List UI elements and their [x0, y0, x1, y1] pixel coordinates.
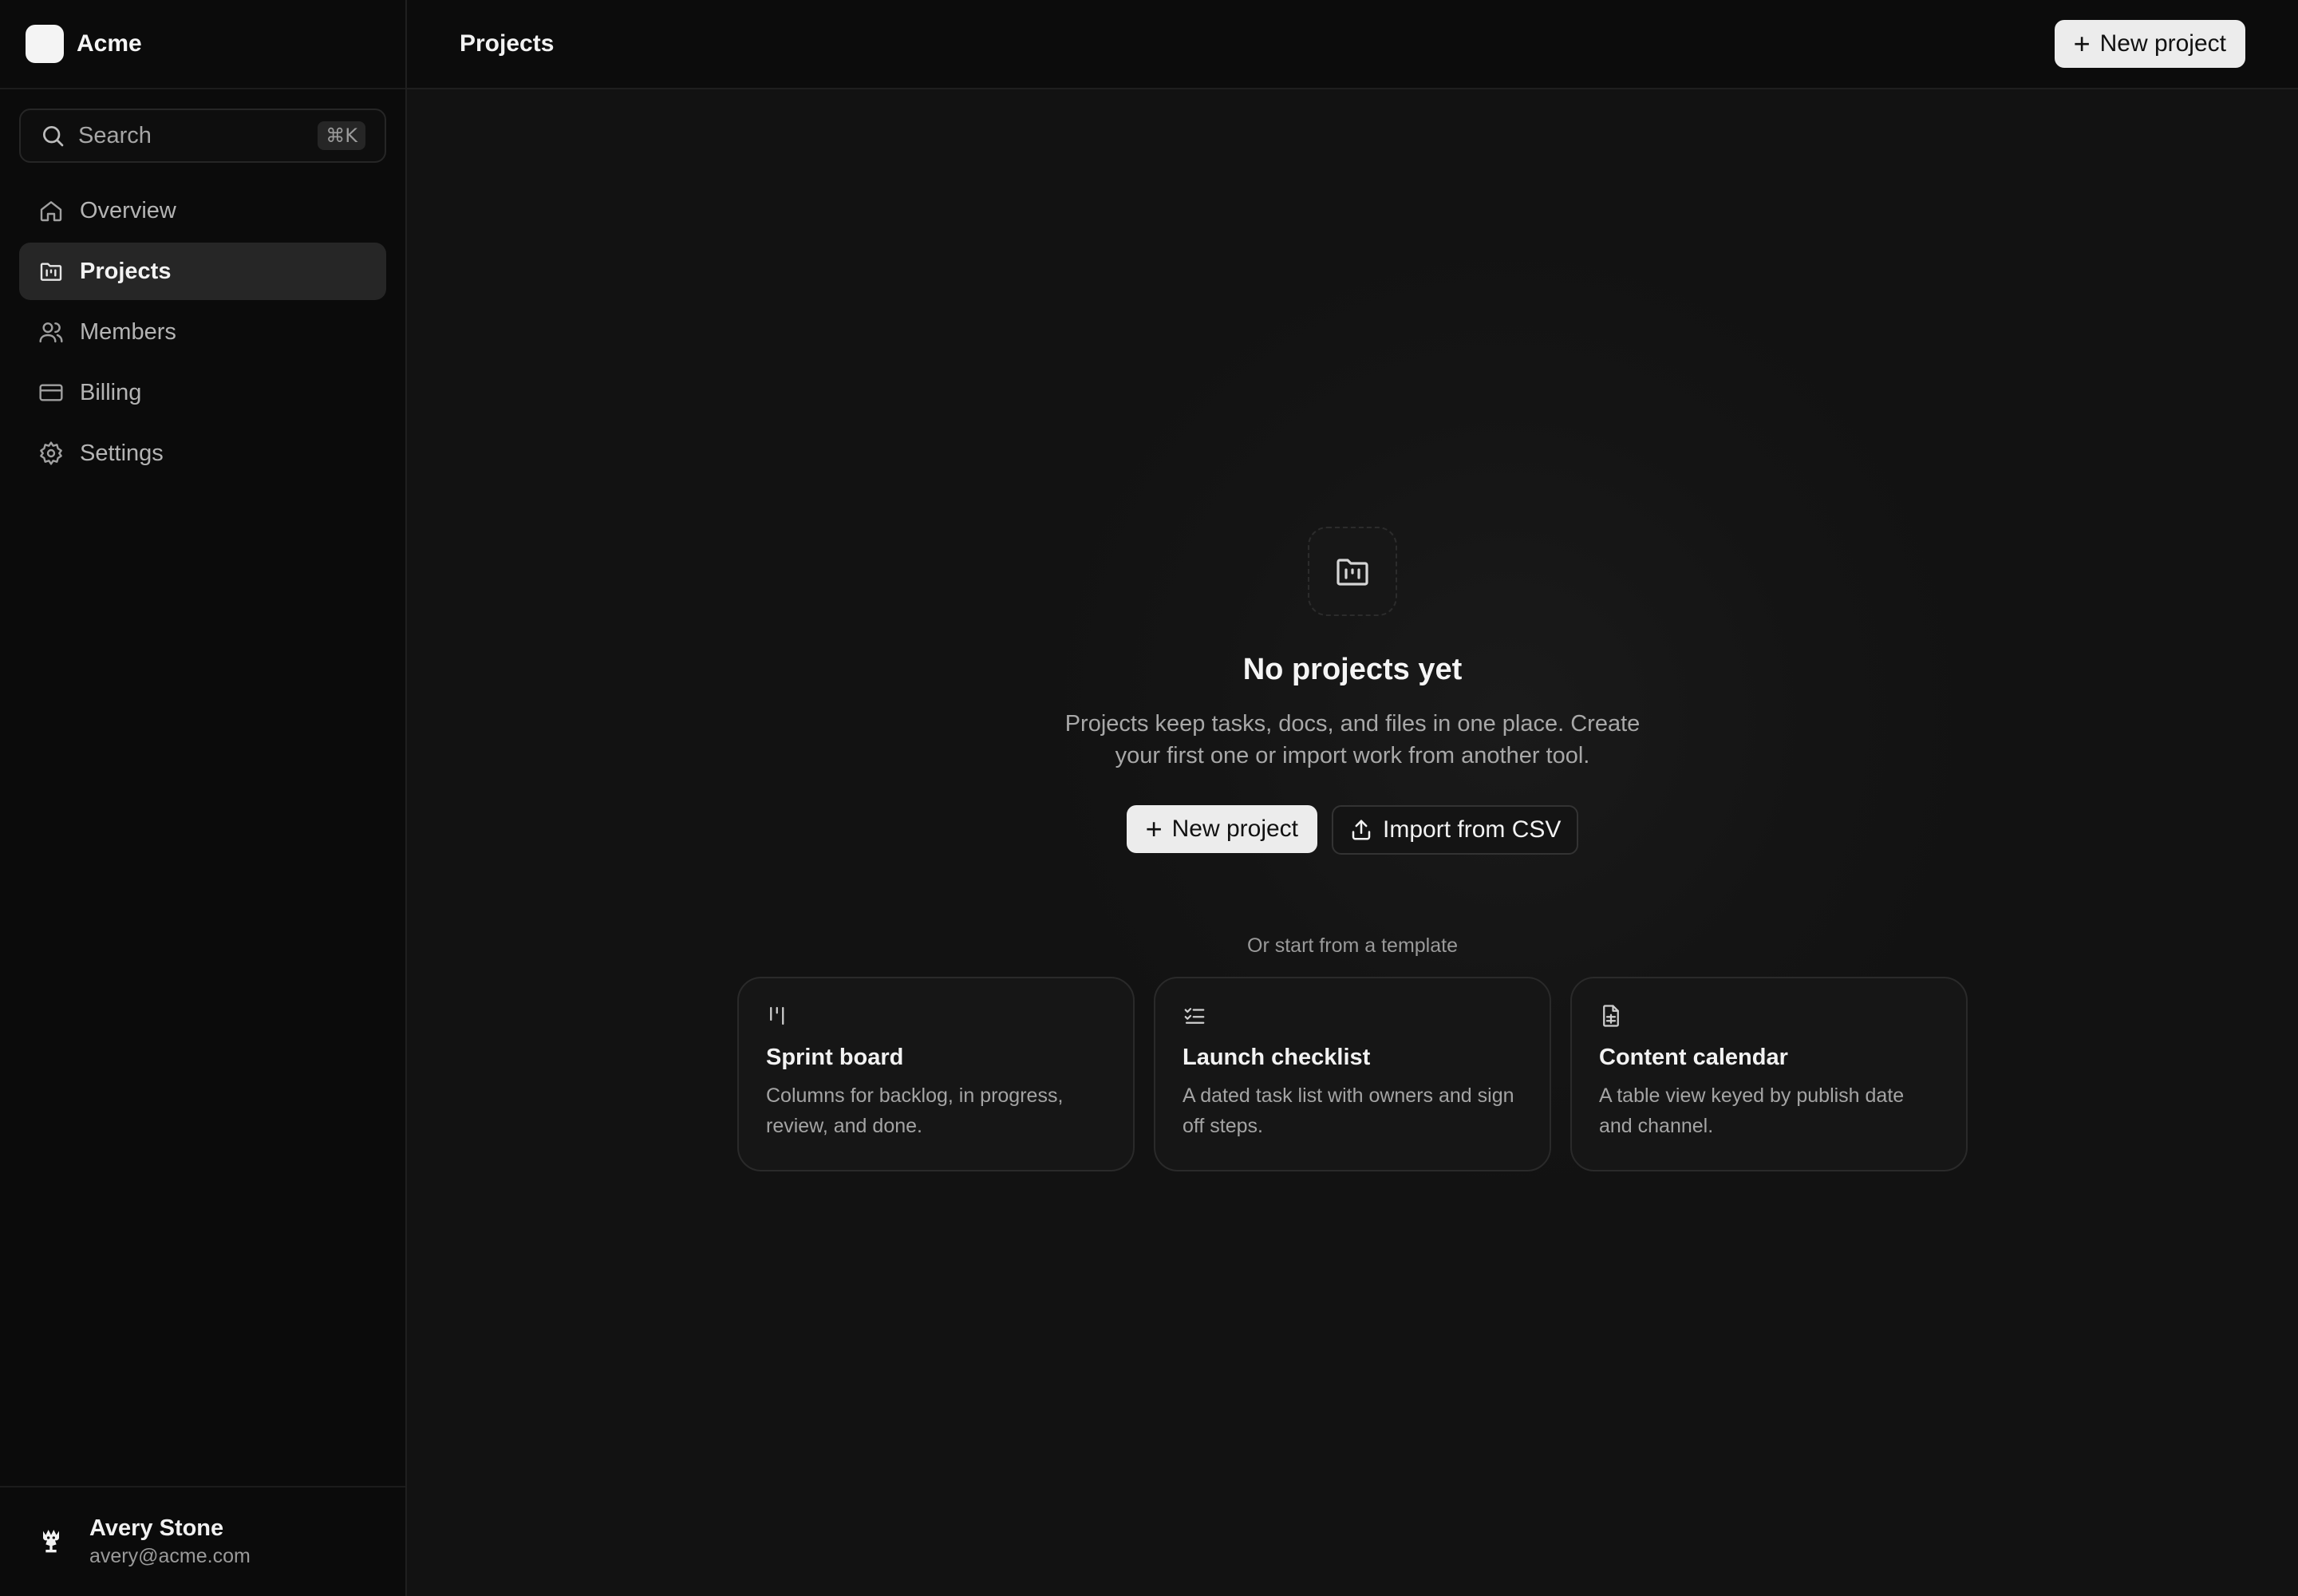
empty-state-icon-frame: [1308, 527, 1397, 616]
search-shortcut: ⌘K: [318, 121, 365, 150]
template-card-content-calendar[interactable]: Content calendar A table view keyed by p…: [1570, 977, 1968, 1171]
search-input[interactable]: Search ⌘K: [19, 109, 386, 163]
template-description: A dated task list with owners and sign o…: [1183, 1084, 1514, 1137]
upload-icon: [1352, 820, 1371, 840]
user-email: avery@acme.com: [89, 1545, 251, 1567]
page-title: Projects: [460, 30, 555, 57]
home-icon: [40, 201, 62, 222]
users-icon: [39, 322, 63, 343]
templates-label: Or start from a template: [1247, 934, 1458, 957]
template-description: A table view keyed by publish date and c…: [1599, 1084, 1905, 1137]
user-profile[interactable]: Avery Stone avery@acme.com: [0, 1486, 405, 1596]
folder-kanban-icon: [40, 263, 62, 281]
import-csv-label: Import from CSV: [1383, 816, 1562, 843]
brand[interactable]: Acme: [0, 0, 405, 89]
top-bar: Projects + New project: [407, 0, 2298, 89]
sidebar-item-settings[interactable]: Settings: [19, 425, 386, 482]
new-project-button[interactable]: + New project: [1126, 805, 1318, 853]
sidebar-item-projects[interactable]: Projects: [19, 243, 386, 300]
app-shell: Acme Search ⌘K Overview Projects Members…: [0, 0, 2298, 1596]
sidebar-item-billing[interactable]: Billing: [19, 364, 386, 421]
empty-state-description: Projects keep tasks, docs, and files in …: [1064, 711, 1641, 768]
user-name: Avery Stone: [89, 1515, 224, 1541]
template-title: Content calendar: [1599, 1045, 1788, 1070]
sidebar-item-label: Billing: [80, 379, 142, 405]
document-icon: [1603, 1005, 1619, 1027]
empty-state-title: No projects yet: [1242, 653, 1463, 686]
sidebar-item-label: Overview: [80, 197, 176, 223]
kanban-icon: [770, 1006, 784, 1025]
avatar-mascot-icon: [43, 1530, 59, 1553]
empty-state: No projects yet Projects keep tasks, doc…: [407, 479, 2298, 1171]
new-project-label: New project: [2099, 30, 2226, 57]
main-content: Projects + New project No projects yet P…: [407, 0, 2298, 1596]
plus-icon: +: [1145, 812, 1163, 845]
acme-logo-icon: [26, 25, 64, 63]
gear-icon: [40, 441, 62, 465]
template-card-sprint-board[interactable]: Sprint board Columns for backlog, in pro…: [737, 977, 1135, 1171]
import-csv-button[interactable]: Import from CSV: [1332, 805, 1579, 855]
new-project-label: New project: [1171, 816, 1299, 842]
template-title: Sprint board: [766, 1045, 904, 1070]
sidebar-item-members[interactable]: Members: [19, 303, 386, 361]
template-description: Columns for backlog, in progress, review…: [766, 1084, 1064, 1137]
sidebar-item-label: Projects: [80, 258, 172, 284]
sidebar-nav: Overview Projects Members Billing Settin…: [0, 182, 405, 485]
sidebar-item-label: Settings: [80, 440, 164, 466]
template-card-launch-checklist[interactable]: Launch checklist A dated task list with …: [1154, 977, 1551, 1171]
new-project-button-header[interactable]: + New project: [2054, 20, 2245, 68]
avatar: [35, 1526, 67, 1558]
sidebar-item-overview[interactable]: Overview: [19, 182, 386, 239]
empty-state-actions: + New project Import from CSV: [1126, 805, 1579, 855]
credit-card-icon: [39, 384, 63, 401]
sidebar-item-label: Members: [80, 318, 176, 345]
checklist-icon: [1184, 1008, 1205, 1024]
folder-kanban-icon: [1337, 559, 1368, 586]
sidebar: Acme Search ⌘K Overview Projects Members…: [0, 0, 407, 1596]
plus-icon: +: [2073, 27, 2091, 60]
search-icon: [43, 126, 64, 147]
brand-name: Acme: [77, 30, 142, 57]
search-placeholder: Search: [78, 122, 152, 148]
template-list: Sprint board Columns for backlog, in pro…: [737, 977, 1968, 1171]
template-title: Launch checklist: [1183, 1045, 1371, 1070]
